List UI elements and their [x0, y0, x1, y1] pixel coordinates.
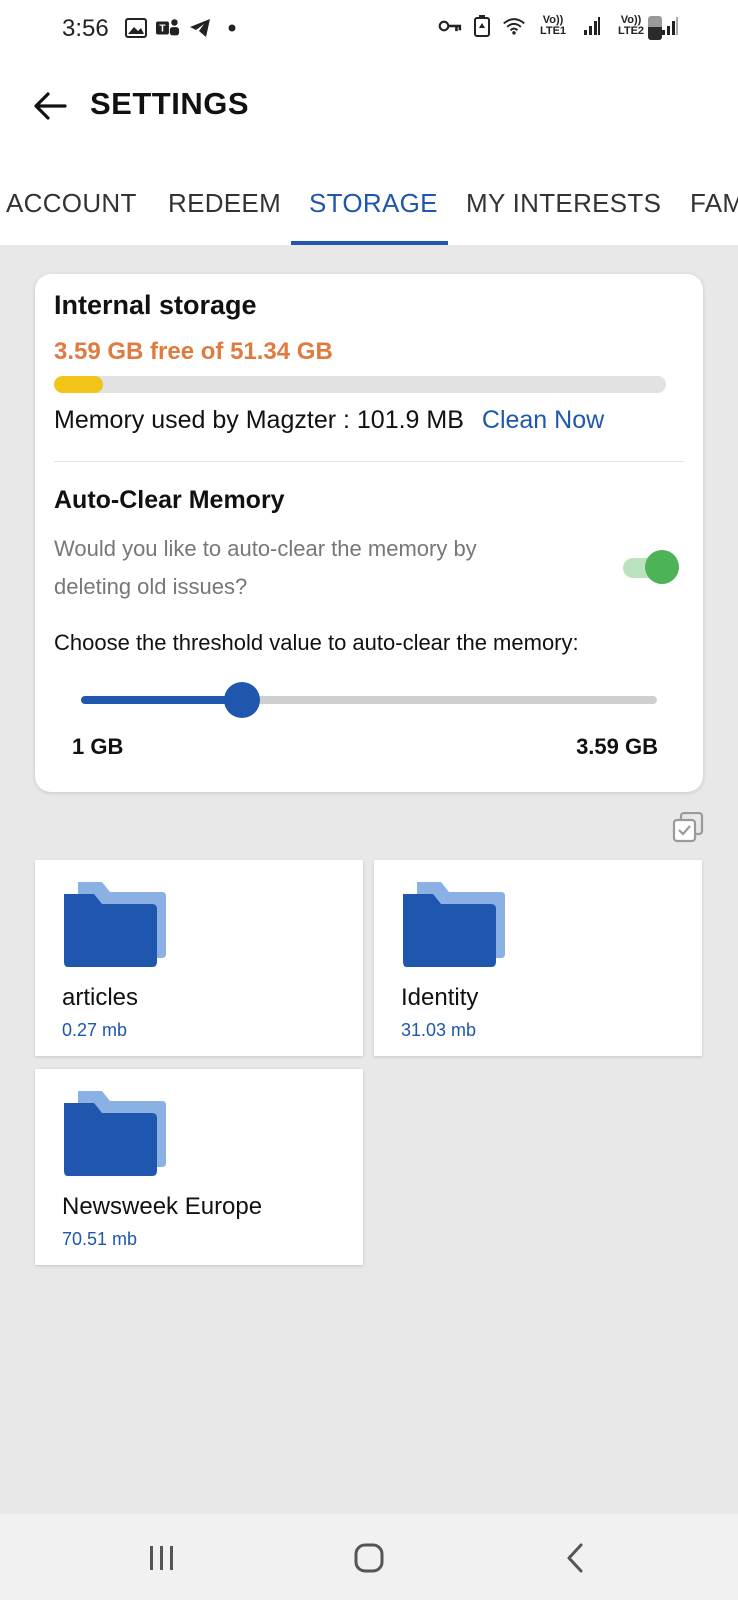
sim1-label: LTE1 [539, 25, 567, 37]
tab-storage[interactable]: STORAGE [309, 188, 438, 219]
storage-title: Internal storage [54, 290, 257, 320]
memory-used-line: Memory used by Magzter : 101.9 MB Clean N… [54, 406, 604, 435]
folder-name: articles [62, 984, 139, 1011]
slider-min-label: 1 GB [72, 734, 124, 759]
sim2-signal-icon: Vo)) LTE2 [612, 14, 650, 38]
tab-family[interactable]: FAM [690, 188, 738, 219]
auto-clear-toggle[interactable] [623, 550, 679, 586]
storage-free-text: 3.59 GB free of 51.34 GB [54, 338, 333, 365]
battery-level [648, 26, 662, 40]
slider-thumb[interactable] [224, 682, 261, 718]
recents-button[interactable] [140, 1536, 184, 1580]
folder-size: 31.03 mb [401, 1020, 477, 1040]
tab-my-interests[interactable]: MY INTERESTS [466, 188, 661, 219]
recents-icon [150, 1546, 173, 1570]
signal-bars-1-icon [580, 14, 604, 38]
auto-clear-title: Auto-Clear Memory [54, 486, 285, 514]
wifi-icon [502, 14, 526, 38]
auto-clear-description: Would you like to auto-clear the memory … [54, 536, 477, 599]
arrow-left-icon [34, 92, 67, 120]
sim2-label: LTE2 [617, 25, 645, 37]
gallery-icon [124, 16, 148, 40]
sim1-signal-icon: Vo)) LTE1 [534, 14, 572, 38]
back-button[interactable] [30, 86, 70, 126]
folder-item-identity[interactable]: Identity 31.03 mb [374, 860, 702, 1056]
svg-text:T: T [159, 24, 166, 35]
storage-progress-fill [54, 376, 103, 393]
battery-icon [648, 16, 662, 40]
status-time: 3:56 [62, 15, 109, 42]
page-title: SETTINGS [90, 86, 250, 121]
folder-icon [64, 1091, 166, 1176]
folder-size: 70.51 mb [62, 1229, 138, 1249]
select-all-icon[interactable] [672, 811, 704, 844]
vpn-key-icon [438, 14, 462, 38]
memory-used-label: Memory used by Magzter : 101.9 MB [54, 406, 464, 434]
home-icon [354, 1543, 384, 1573]
threshold-label: Choose the threshold value to auto-clear… [54, 630, 579, 655]
folder-icon [403, 882, 505, 967]
tab-redeem[interactable]: REDEEM [168, 188, 281, 219]
folder-item-articles[interactable]: articles 0.27 mb [35, 860, 363, 1056]
active-tab-indicator [291, 241, 448, 245]
status-bar: 3:56 T Vo)) LTE1 Vo)) LTE2 [0, 0, 738, 56]
folder-item-newsweek-europe[interactable]: Newsweek Europe 70.51 mb [35, 1069, 363, 1265]
folder-size: 0.27 mb [62, 1020, 128, 1040]
card-divider [54, 461, 684, 462]
data-saver-icon [470, 14, 494, 38]
status-left-icons: T [124, 16, 244, 40]
slider-max-label: 3.59 GB [576, 734, 658, 759]
nav-back-icon [567, 1543, 583, 1573]
internal-storage-card: Internal storage 3.59 GB free of 51.34 G… [35, 274, 703, 792]
nav-back-button[interactable] [554, 1536, 598, 1580]
storage-progress-bar [54, 376, 666, 393]
folder-icon [64, 882, 166, 967]
status-right-icons: Vo)) LTE1 Vo)) LTE2 [438, 14, 682, 38]
slider-fill [81, 696, 243, 704]
top-app-bar: SETTINGS [0, 56, 738, 159]
toggle-thumb [645, 550, 679, 584]
folder-name: Identity [401, 984, 479, 1011]
notification-dot-icon [220, 16, 244, 40]
tab-account[interactable]: ACCOUNT [6, 188, 137, 219]
folder-name: Newsweek Europe [62, 1193, 263, 1220]
clean-now-link[interactable]: Clean Now [482, 406, 604, 434]
telegram-icon [188, 16, 212, 40]
teams-icon: T [156, 16, 180, 40]
system-nav-bar [0, 1514, 738, 1600]
home-button[interactable] [347, 1536, 391, 1580]
settings-tabs: ACCOUNT REDEEM STORAGE MY INTERESTS FAM [0, 158, 738, 245]
threshold-slider[interactable] [81, 680, 657, 720]
